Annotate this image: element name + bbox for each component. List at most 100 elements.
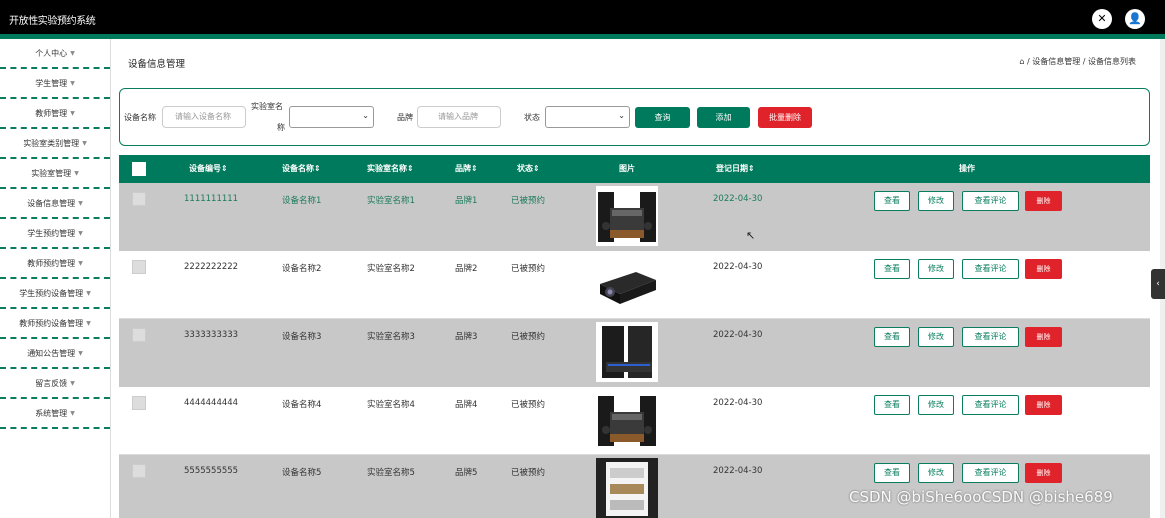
header-date[interactable]: 登记日期⇕ [716,155,755,183]
view-button[interactable]: 查看 [874,327,910,347]
chevron-down-icon: ▼ [86,289,91,297]
header-actions: 操作 [959,164,975,173]
view-comments-button[interactable]: 查看评论 [962,259,1019,279]
row-checkbox[interactable] [132,260,146,274]
sidebar-item-personal-center[interactable]: 个人中心 ▼ [0,39,110,69]
sidebar-item-students[interactable]: 学生管理 ▼ [0,69,110,99]
cell-brand: 品牌1 [455,196,478,206]
sidebar-item-announcements[interactable]: 通知公告管理 ▼ [0,339,110,369]
cell-date: 2022-04-30 [713,330,763,340]
top-bar: 开放性实验预约系统 ✕ 👤 [0,0,1165,34]
sidebar-item-lab-categories[interactable]: 实验室类别管理 ▼ [0,129,110,159]
sidebar-item-teachers[interactable]: 教师管理 ▼ [0,99,110,129]
chevron-down-icon: ▼ [70,409,75,417]
view-comments-button[interactable]: 查看评论 [962,463,1019,483]
edit-button[interactable]: 修改 [918,191,954,211]
cell-date: 2022-04-30 [713,194,763,204]
chevron-down-icon: ▼ [86,319,91,327]
sidebar-item-teacher-equipment-reservations[interactable]: 教师预约设备管理 ▼ [0,309,110,339]
cell-brand: 品牌4 [455,400,478,410]
header-status[interactable]: 状态⇕ [517,155,540,183]
select-all-checkbox[interactable] [132,162,146,176]
edit-button[interactable]: 修改 [918,259,954,279]
header-lab-name[interactable]: 实验室名称⇕ [367,155,414,183]
user-icon[interactable]: 👤 [1125,9,1145,29]
edit-button[interactable]: 修改 [918,463,954,483]
cell-status: 已被预约 [511,264,546,274]
equipment-image-speakers [596,322,658,382]
mouse-cursor-icon: ↖ [746,229,756,242]
cell-equipment-name: 设备名称4 [282,400,322,410]
delete-button[interactable]: 删除 [1025,259,1062,279]
header-equipment-name[interactable]: 设备名称⇕ [282,155,321,183]
sidebar: 个人中心 ▼ 学生管理 ▼ 教师管理 ▼ 实验室类别管理 ▼ 实验室管理 ▼ 设备信息管理… [0,39,111,518]
sidebar-item-student-equipment-reservations[interactable]: 学生预约设备管理 ▼ [0,279,110,309]
chevron-down-icon: ▼ [78,349,83,357]
chevron-down-icon: ⌄ [618,111,625,120]
cell-equipment-name: 设备名称5 [282,468,322,478]
view-button[interactable]: 查看 [874,259,910,279]
equipment-name-input[interactable]: 请输入设备名称 [162,106,246,128]
row-checkbox[interactable] [132,464,146,478]
cell-lab-name: 实验室名称5 [367,468,415,478]
page-title: 设备信息管理 [128,59,186,70]
row-checkbox[interactable] [132,328,146,342]
chevron-down-icon: ▼ [78,199,83,207]
delete-button[interactable]: 删除 [1025,191,1062,211]
view-button[interactable]: 查看 [874,395,910,415]
cell-lab-name: 实验室名称2 [367,264,415,274]
chevron-down-icon: ⌄ [362,111,369,120]
lab-label: 实验室名 [251,102,283,111]
lab-select[interactable]: ⌄ [289,106,374,128]
brand-input[interactable]: 请输入品牌 [417,106,501,128]
cell-status: 已被预约 [511,332,546,342]
header-brand[interactable]: 品牌⇕ [455,155,478,183]
add-button[interactable]: 添加 [697,107,750,128]
fullscreen-exit-icon[interactable]: ✕ [1092,9,1112,29]
view-comments-button[interactable]: 查看评论 [962,191,1019,211]
delete-button[interactable]: 删除 [1025,463,1062,483]
chevron-down-icon: ▼ [78,259,83,267]
cell-status: 已被预约 [511,196,546,206]
cell-equipment-id: 4444444444 [184,398,239,408]
sidebar-item-student-reservations[interactable]: 学生预约管理 ▼ [0,219,110,249]
cell-brand: 品牌5 [455,468,478,478]
view-button[interactable]: 查看 [874,191,910,211]
edit-button[interactable]: 修改 [918,395,954,415]
view-comments-button[interactable]: 查看评论 [962,327,1019,347]
header-equipment-id[interactable]: 设备编号⇕ [189,155,228,183]
cell-equipment-name: 设备名称1 [282,196,322,206]
delete-button[interactable]: 删除 [1025,327,1062,347]
table-row: 3333333333 设备名称3 实验室名称3 品牌3 已被预约 2022-04… [119,319,1150,387]
equipment-image-mixer-speakers [596,186,658,246]
chevron-down-icon: ▼ [82,139,87,147]
chevron-down-icon: ▼ [70,109,75,117]
sidebar-item-labs[interactable]: 实验室管理 ▼ [0,159,110,189]
query-button[interactable]: 查询 [635,107,690,128]
cell-equipment-name: 设备名称3 [282,332,322,342]
view-button[interactable]: 查看 [874,463,910,483]
row-checkbox[interactable] [132,192,146,206]
view-comments-button[interactable]: 查看评论 [962,395,1019,415]
row-checkbox[interactable] [132,396,146,410]
edit-button[interactable]: 修改 [918,327,954,347]
brand-label: 品牌 [397,113,413,122]
batch-delete-button[interactable]: 批量删除 [758,107,812,128]
collapse-tab-chevron-icon[interactable]: ‹ [1151,269,1165,299]
cell-status: 已被预约 [511,400,546,410]
header-image: 图片 [619,164,635,173]
chevron-down-icon: ▼ [74,169,79,177]
delete-button[interactable]: 删除 [1025,395,1062,415]
search-panel: 设备名称 请输入设备名称 实验室名 称 ⌄ 品牌 请输入品牌 状态 ⌄ 查询 添… [119,88,1150,146]
chevron-down-icon: ▼ [70,79,75,87]
sidebar-item-feedback[interactable]: 留言反馈 ▼ [0,369,110,399]
cell-lab-name: 实验室名称1 [367,196,415,206]
sidebar-item-equipment[interactable]: 设备信息管理 ▼ [0,189,110,219]
chevron-down-icon: ▼ [78,229,83,237]
sidebar-item-system[interactable]: 系统管理 ▼ [0,399,110,429]
status-select[interactable]: ⌄ [545,106,630,128]
sidebar-item-teacher-reservations[interactable]: 教师预约管理 ▼ [0,249,110,279]
chevron-down-icon: ▼ [70,379,75,387]
table-row: 4444444444 设备名称4 实验室名称4 品牌4 已被预约 2022-04… [119,387,1150,455]
cell-date: 2022-04-30 [713,398,763,408]
